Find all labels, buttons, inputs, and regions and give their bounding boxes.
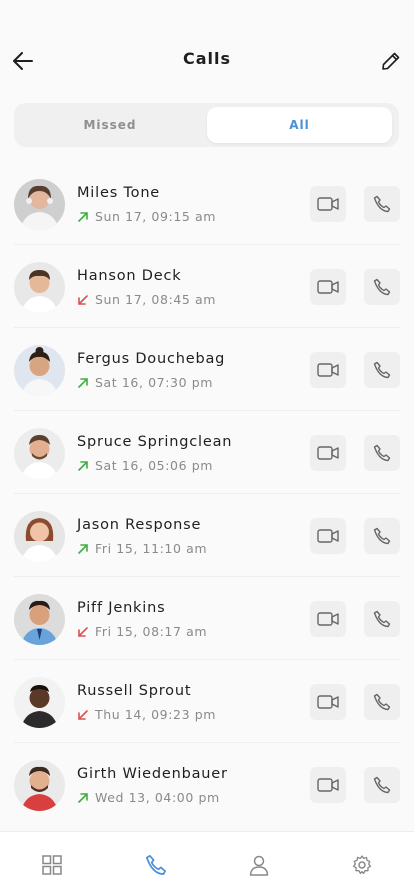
video-call-button[interactable] <box>310 518 346 554</box>
call-meta: Fri 15, 08:17 am <box>77 624 207 639</box>
call-meta: Fri 15, 11:10 am <box>77 541 207 556</box>
phone-icon <box>373 776 391 794</box>
video-camera-icon <box>317 197 339 211</box>
phone-icon <box>373 195 391 213</box>
outgoing-arrow-icon <box>78 377 88 388</box>
video-camera-icon <box>317 280 339 294</box>
call-time: Thu 14, 09:23 pm <box>95 707 217 722</box>
call-meta: Sun 17, 08:45 am <box>77 292 216 307</box>
call-row[interactable]: Russell Sprout Thu 14, 09:23 pm <box>0 660 414 743</box>
nav-profile[interactable] <box>246 852 272 878</box>
avatar <box>14 428 65 479</box>
call-time: Sun 17, 09:15 am <box>95 209 217 224</box>
avatar <box>14 345 65 396</box>
bottom-nav <box>0 831 414 896</box>
call-row[interactable]: Miles Tone Sun 17, 09:15 am <box>0 162 414 245</box>
avatar <box>14 262 65 313</box>
phone-icon <box>145 854 167 876</box>
incoming-arrow-icon <box>78 294 88 305</box>
pencil-icon <box>382 52 400 70</box>
video-camera-icon <box>317 612 339 626</box>
call-meta: Sat 16, 05:06 pm <box>77 458 213 473</box>
phone-icon <box>373 278 391 296</box>
phone-icon <box>373 527 391 545</box>
call-time: Fri 15, 08:17 am <box>95 624 208 639</box>
video-call-button[interactable] <box>310 601 346 637</box>
incoming-arrow-icon <box>78 626 88 637</box>
video-call-button[interactable] <box>310 767 346 803</box>
tab-all[interactable]: All <box>207 107 392 143</box>
call-time: Wed 13, 04:00 pm <box>95 790 220 805</box>
phone-icon <box>373 693 391 711</box>
video-camera-icon <box>317 778 339 792</box>
call-row[interactable]: Piff Jenkins Fri 15, 08:17 am <box>0 577 414 660</box>
call-row[interactable]: Fergus Douchebag Sat 16, 07:30 pm <box>0 328 414 411</box>
voice-call-button[interactable] <box>364 767 400 803</box>
call-row[interactable]: Jason Response Fri 15, 11:10 am <box>0 494 414 577</box>
outgoing-arrow-icon <box>78 792 88 803</box>
call-time: Fri 15, 11:10 am <box>95 541 208 556</box>
outgoing-arrow-icon <box>78 211 88 222</box>
video-call-button[interactable] <box>310 684 346 720</box>
video-call-button[interactable] <box>310 352 346 388</box>
outgoing-arrow-icon <box>78 543 88 554</box>
tab-missed[interactable]: Missed <box>14 103 206 147</box>
avatar <box>14 511 65 562</box>
phone-icon <box>373 361 391 379</box>
nav-settings[interactable] <box>349 852 375 878</box>
gear-icon <box>352 855 372 875</box>
voice-call-button[interactable] <box>364 435 400 471</box>
call-time: Sun 17, 08:45 am <box>95 292 217 307</box>
video-call-button[interactable] <box>310 435 346 471</box>
call-row[interactable]: Hanson Deck Sun 17, 08:45 am <box>0 245 414 328</box>
call-meta: Wed 13, 04:00 pm <box>77 790 220 805</box>
voice-call-button[interactable] <box>364 601 400 637</box>
user-icon <box>249 855 269 876</box>
edit-button[interactable] <box>378 48 404 74</box>
call-list: Miles Tone Sun 17, 09:15 am Hanson Deck … <box>0 162 414 826</box>
outgoing-arrow-icon <box>78 460 88 471</box>
phone-icon <box>373 610 391 628</box>
call-meta: Sat 16, 07:30 pm <box>77 375 213 390</box>
video-camera-icon <box>317 695 339 709</box>
avatar <box>14 179 65 230</box>
call-meta: Sun 17, 09:15 am <box>77 209 216 224</box>
video-camera-icon <box>317 446 339 460</box>
calls-screen: Calls Missed All Miles Tone Sun 17, 09:1… <box>0 0 414 896</box>
voice-call-button[interactable] <box>364 352 400 388</box>
voice-call-button[interactable] <box>364 269 400 305</box>
incoming-arrow-icon <box>78 709 88 720</box>
contact-name: Hanson Deck <box>77 268 182 284</box>
video-call-button[interactable] <box>310 186 346 222</box>
avatar <box>14 594 65 645</box>
contact-name: Jason Response <box>77 517 202 533</box>
avatar <box>14 677 65 728</box>
call-meta: Thu 14, 09:23 pm <box>77 707 216 722</box>
grid-icon <box>42 855 62 875</box>
call-time: Sat 16, 05:06 pm <box>95 458 214 473</box>
avatar <box>14 760 65 811</box>
page-title: Calls <box>182 49 232 68</box>
call-row[interactable]: Spruce Springclean Sat 16, 05:06 pm <box>0 411 414 494</box>
contact-name: Russell Sprout <box>77 683 192 699</box>
call-time: Sat 16, 07:30 pm <box>95 375 214 390</box>
video-call-button[interactable] <box>310 269 346 305</box>
voice-call-button[interactable] <box>364 684 400 720</box>
contact-name: Spruce Springclean <box>77 434 233 450</box>
contact-name: Miles Tone <box>77 185 161 201</box>
contact-name: Piff Jenkins <box>77 600 166 616</box>
video-camera-icon <box>317 363 339 377</box>
call-row[interactable]: Girth Wiedenbauer Wed 13, 04:00 pm <box>0 743 414 826</box>
voice-call-button[interactable] <box>364 518 400 554</box>
contact-name: Girth Wiedenbauer <box>77 766 228 782</box>
nav-home[interactable] <box>39 852 65 878</box>
video-camera-icon <box>317 529 339 543</box>
voice-call-button[interactable] <box>364 186 400 222</box>
header: Calls <box>0 40 414 80</box>
phone-icon <box>373 444 391 462</box>
contact-name: Fergus Douchebag <box>77 351 226 367</box>
call-filter-segment: Missed All <box>14 103 399 147</box>
nav-calls[interactable] <box>143 852 169 878</box>
